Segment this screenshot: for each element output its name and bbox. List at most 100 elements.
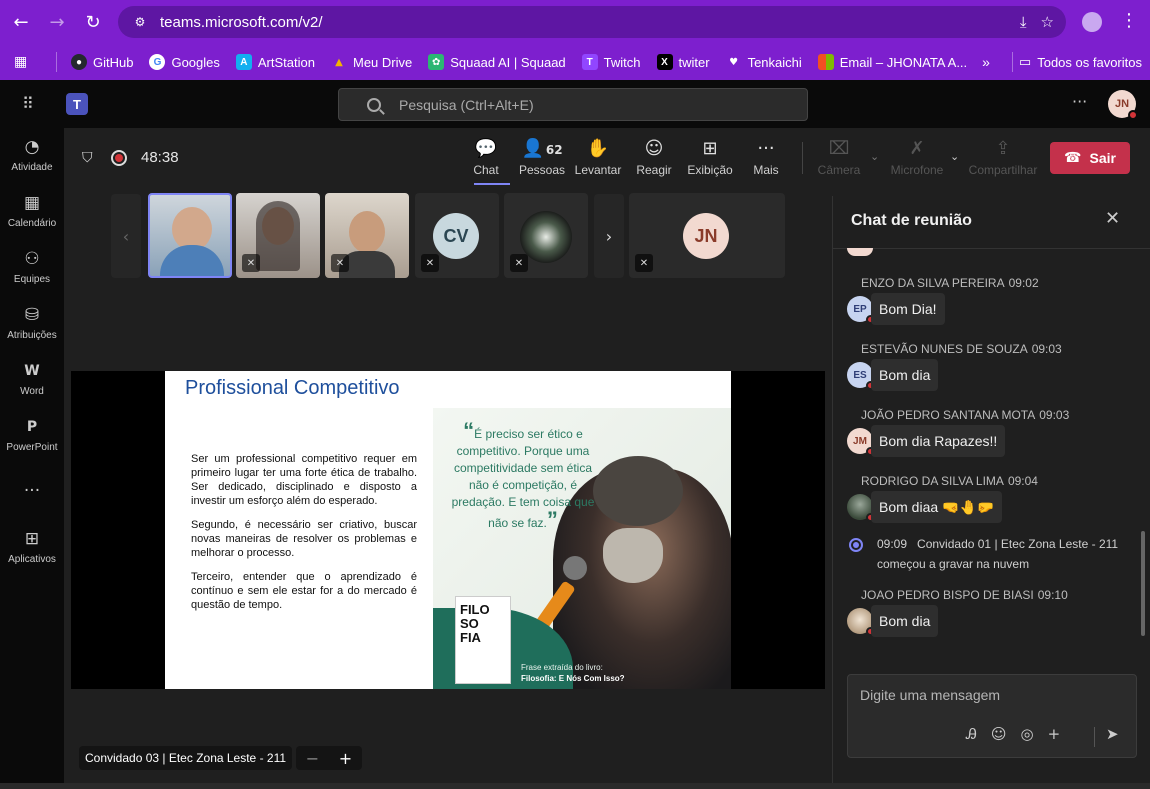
- chat-icon: 💬: [474, 138, 498, 159]
- avatar-initials: JN: [694, 225, 718, 246]
- composer-divider: [1094, 727, 1095, 747]
- rail-item-teams[interactable]: ⚇ Equipes: [0, 248, 64, 300]
- bookmark-item[interactable]: Xtwiter: [649, 54, 718, 70]
- bookmark-item[interactable]: Email – JHONATA A...: [810, 54, 975, 70]
- camera-options-chevron-icon[interactable]: ⌄: [870, 150, 879, 163]
- people-count: 62: [545, 143, 563, 157]
- more-options-icon[interactable]: ···: [1072, 92, 1087, 111]
- slide-body: Ser um professional competitivo requer e…: [191, 452, 417, 622]
- browser-menu-icon[interactable]: ⋮: [1120, 10, 1138, 31]
- hang-up-icon: ☎: [1064, 150, 1082, 166]
- participant-tile[interactable]: ✕: [236, 193, 320, 278]
- github-icon: ●: [71, 54, 87, 70]
- message-time: 09:04: [1007, 474, 1038, 488]
- camera-button[interactable]: ⌧ Câmera: [809, 138, 869, 180]
- browser-profile-icon[interactable]: [1082, 12, 1102, 32]
- all-favorites-folder[interactable]: ▭ Todos os favoritos: [1019, 55, 1142, 70]
- presence-status-icon: [1128, 110, 1138, 120]
- chat-message[interactable]: Bom dia: [871, 605, 939, 637]
- bell-icon: ◔: [24, 137, 40, 157]
- mic-off-icon: ✗: [909, 138, 925, 159]
- participant-tile[interactable]: ✕: [504, 193, 588, 278]
- all-favorites-label: Todos os favoritos: [1037, 54, 1142, 70]
- app-launcher-icon[interactable]: ⠿: [22, 94, 42, 114]
- share-button[interactable]: ⇪ Compartilhar: [969, 138, 1038, 180]
- forward-icon[interactable]: →: [40, 5, 74, 39]
- bookmark-item[interactable]: ✿ Squaad AI | Squaad: [420, 54, 573, 70]
- chat-message[interactable]: Bom dia: [871, 359, 939, 391]
- leave-button[interactable]: ☎ Sair: [1050, 142, 1130, 174]
- rail-item-calendar[interactable]: ▦ Calendário: [0, 192, 64, 244]
- format-icon[interactable]: Ꭿ: [966, 725, 977, 743]
- presenter-name: Convidado 03 | Etec Zona Leste - 211: [79, 746, 293, 770]
- view-button[interactable]: ⊞ Exibição: [680, 138, 740, 180]
- microphone-button[interactable]: ✗ Microfone: [887, 138, 947, 180]
- rail-item-word[interactable]: W Word: [0, 360, 64, 412]
- rail-item-powerpoint[interactable]: P PowerPoint: [0, 416, 64, 468]
- people-button[interactable]: 👤 62 Pessoas: [512, 138, 572, 180]
- bookmarks-overflow-button[interactable]: »: [982, 54, 990, 70]
- strip-next-button[interactable]: ›: [594, 194, 624, 278]
- powerpoint-icon: P: [26, 419, 38, 435]
- avatar[interactable]: [847, 494, 875, 522]
- bookmark-star-icon[interactable]: ☆: [1041, 13, 1054, 31]
- rail-item-activity[interactable]: ◔ Atividade: [0, 136, 64, 188]
- emoji-icon[interactable]: ☺: [991, 725, 1007, 743]
- avatar: JN: [683, 213, 729, 259]
- send-icon[interactable]: ➤: [1106, 725, 1119, 743]
- reload-icon[interactable]: ↻: [76, 5, 110, 39]
- avatar[interactable]: JM: [847, 428, 875, 456]
- more-button[interactable]: ··· Mais: [736, 138, 796, 180]
- participant-tile[interactable]: JN ✕: [629, 193, 785, 278]
- bookmark-item[interactable]: G Googles: [141, 54, 227, 70]
- rail-item-assignments[interactable]: ⛁ Atribuições: [0, 304, 64, 356]
- react-label: Reagir: [636, 163, 672, 177]
- chat-message[interactable]: Bom diaa 🤜🤚🤛: [871, 491, 1003, 523]
- close-icon[interactable]: ✕: [1105, 208, 1120, 229]
- chat-button[interactable]: 💬 Chat: [456, 138, 516, 180]
- bookmark-item[interactable]: ♥ Tenkaichi: [718, 54, 810, 70]
- rail-item-apps[interactable]: ⊞ Aplicativos: [0, 528, 64, 580]
- participant-tile[interactable]: ✕: [325, 193, 409, 278]
- slide-paragraph: Ser um professional competitivo requer e…: [191, 453, 417, 507]
- mic-options-chevron-icon[interactable]: ⌄: [950, 150, 959, 163]
- quote-open-icon: “: [463, 418, 475, 443]
- message-composer[interactable]: Digite uma mensagem Ꭿ ☺ ◎ + ➤: [847, 674, 1137, 758]
- avatar-initials: EP: [853, 303, 867, 315]
- chat-message[interactable]: Bom dia Rapazes!!: [871, 425, 1006, 457]
- zoom-out-button[interactable]: −: [306, 749, 319, 768]
- chat-message[interactable]: Bom Dia!: [871, 293, 945, 325]
- bookmark-item[interactable]: ● GitHub: [63, 54, 141, 70]
- rail-item-more[interactable]: ···: [0, 480, 64, 532]
- more-label: Mais: [753, 163, 779, 177]
- drive-icon: ▲: [335, 56, 343, 68]
- message-text: Bom dia: [879, 613, 931, 629]
- raise-hand-button[interactable]: ✋ Levantar: [568, 138, 628, 180]
- bookmark-item[interactable]: T Twitch: [574, 54, 649, 70]
- apps-grid-icon[interactable]: ▦: [14, 54, 38, 70]
- bookmark-item[interactable]: ▲ Meu Drive: [323, 54, 420, 70]
- avatar[interactable]: JN: [1108, 90, 1138, 120]
- install-app-icon[interactable]: ⤓: [1020, 13, 1027, 31]
- avatar[interactable]: [847, 608, 875, 636]
- site-info-icon[interactable]: ⚙: [126, 11, 154, 33]
- slide-title: Profissional Competitivo: [185, 377, 400, 399]
- sticker-icon[interactable]: ◎: [1021, 725, 1034, 743]
- zoom-in-button[interactable]: +: [339, 749, 352, 768]
- message-input[interactable]: Digite uma mensagem: [860, 687, 1000, 703]
- address-bar[interactable]: ⚙ teams.microsoft.com/v2/ ⤓ ☆: [118, 6, 1066, 38]
- avatar[interactable]: ES: [847, 362, 875, 390]
- attach-plus-icon[interactable]: +: [1048, 725, 1061, 743]
- strip-prev-button[interactable]: ‹: [111, 194, 141, 278]
- bookmark-item[interactable]: A ArtStation: [228, 54, 323, 70]
- chat-scrollbar[interactable]: [1141, 531, 1145, 636]
- react-button[interactable]: ☺ Reagir: [624, 138, 684, 180]
- avatar[interactable]: EP: [847, 296, 875, 324]
- participant-tile[interactable]: [148, 193, 232, 278]
- search-input[interactable]: Pesquisa (Ctrl+Alt+E): [338, 88, 808, 121]
- shield-icon[interactable]: ⛉: [82, 150, 93, 166]
- participant-tile[interactable]: CV ✕: [415, 193, 499, 278]
- bookmark-label: Squaad AI | Squaad: [450, 54, 566, 70]
- message-text: Bom dia Rapazes!!: [879, 433, 998, 449]
- back-icon[interactable]: ←: [4, 5, 38, 39]
